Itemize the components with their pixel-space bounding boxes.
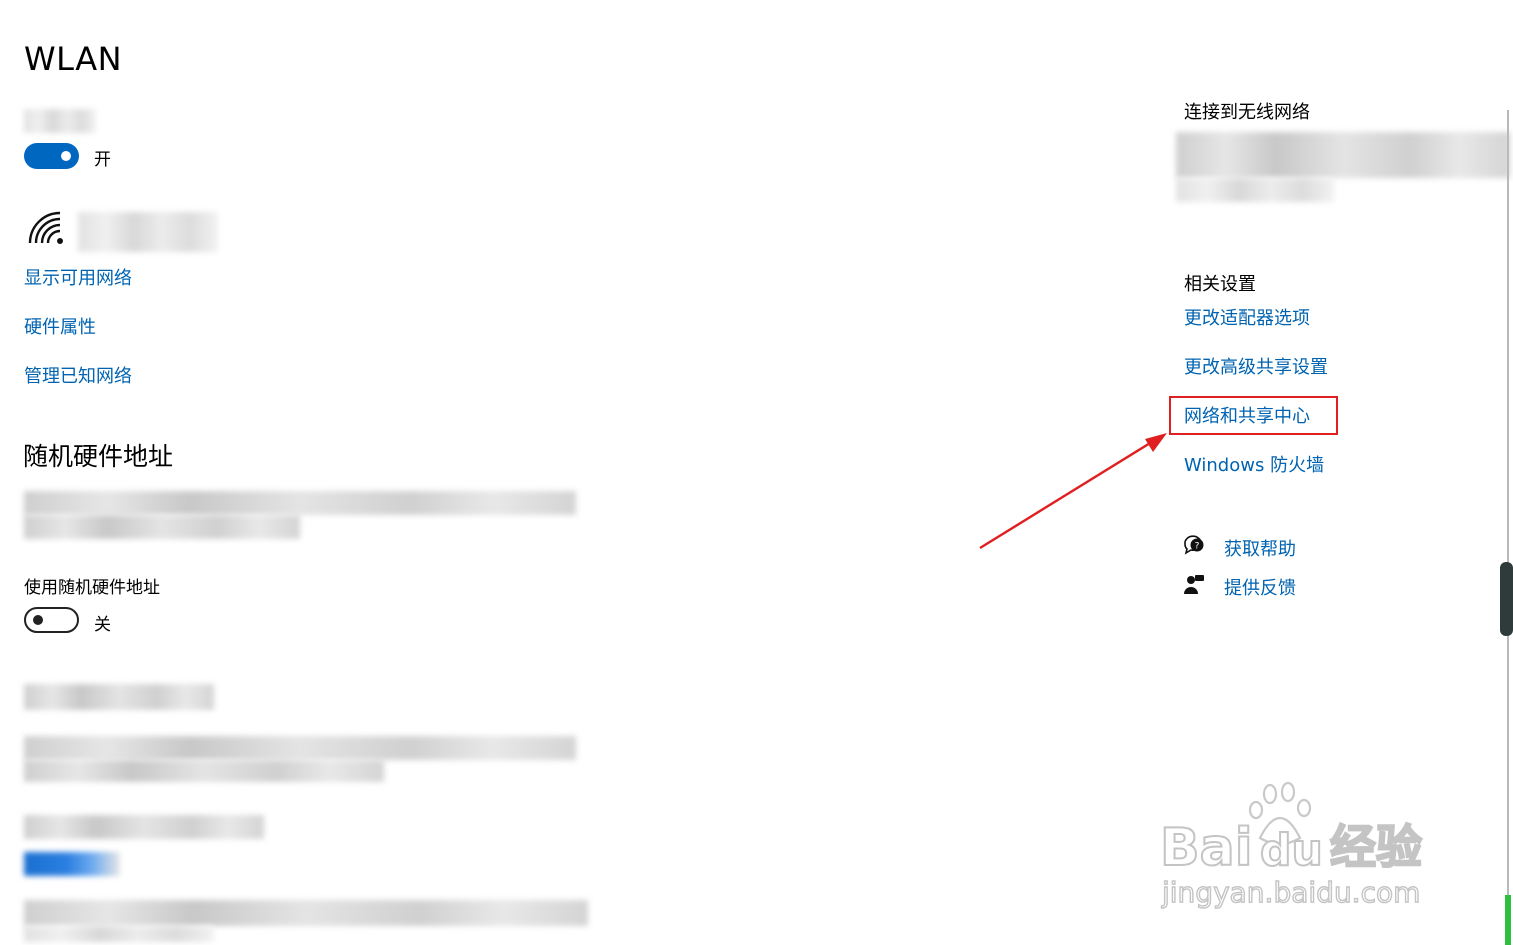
svg-text:jingyan.baidu.com: jingyan.baidu.com: [1161, 876, 1420, 909]
hardware-properties-link[interactable]: 硬件属性: [24, 313, 96, 339]
redacted-network-name: [78, 212, 218, 252]
svg-text:?: ?: [1195, 542, 1200, 552]
feedback-icon: [1184, 575, 1204, 594]
toggle-knob: [33, 615, 43, 625]
svg-text:Bai: Bai: [1160, 818, 1253, 878]
redacted-label: [24, 109, 96, 133]
redacted-text-3: [24, 900, 588, 926]
get-help-link[interactable]: 获取帮助: [1224, 535, 1296, 561]
use-random-mac-label: 使用随机硬件地址: [24, 578, 160, 598]
redacted-sidebar-text-2: [1176, 178, 1334, 202]
page-title: WLAN: [24, 40, 123, 78]
redacted-text-4: [24, 926, 214, 942]
scrollbar-track[interactable]: [1507, 110, 1509, 945]
baidu-watermark-logo: Bai du 经验 jingyan.baidu.com: [1160, 781, 1423, 910]
toggle-knob: [61, 151, 71, 161]
redacted-sidebar-text-1: [1176, 132, 1510, 178]
advanced-sharing-settings-link[interactable]: 更改高级共享设置: [1184, 353, 1328, 379]
get-help-icon: ?: [1184, 535, 1204, 555]
manage-known-networks-link[interactable]: 管理已知网络: [24, 362, 132, 388]
redacted-description-line2: [24, 515, 300, 539]
redacted-text-2: [24, 760, 384, 782]
wlan-toggle-state: 开: [94, 150, 111, 170]
svg-text:经验: 经验: [1330, 820, 1422, 874]
random-mac-toggle[interactable]: [24, 607, 79, 633]
show-available-networks-link[interactable]: 显示可用网络: [24, 264, 132, 290]
windows-firewall-link[interactable]: Windows 防火墙: [1184, 451, 1324, 477]
change-adapter-options-link[interactable]: 更改适配器选项: [1184, 304, 1310, 330]
random-mac-heading: 随机硬件地址: [23, 442, 174, 471]
wifi-icon: [28, 211, 63, 244]
redacted-description: [24, 491, 576, 515]
redacted-text-1: [24, 736, 576, 760]
annotation-highlight-box: [1169, 396, 1338, 435]
svg-text:du: du: [1260, 825, 1323, 876]
scrollbar-thumb[interactable]: [1500, 562, 1513, 636]
connect-wireless-heading: 连接到无线网络: [1184, 102, 1310, 123]
random-mac-toggle-state: 关: [94, 615, 111, 635]
give-feedback-link[interactable]: 提供反馈: [1224, 574, 1296, 600]
redacted-toggle: [24, 852, 120, 876]
wlan-toggle[interactable]: [24, 143, 79, 169]
redacted-label-2: [24, 815, 264, 839]
scroll-indicator: [1505, 895, 1511, 945]
redacted-heading: [24, 684, 214, 710]
annotation-arrow: [979, 433, 1167, 550]
related-settings-heading: 相关设置: [1184, 274, 1256, 295]
